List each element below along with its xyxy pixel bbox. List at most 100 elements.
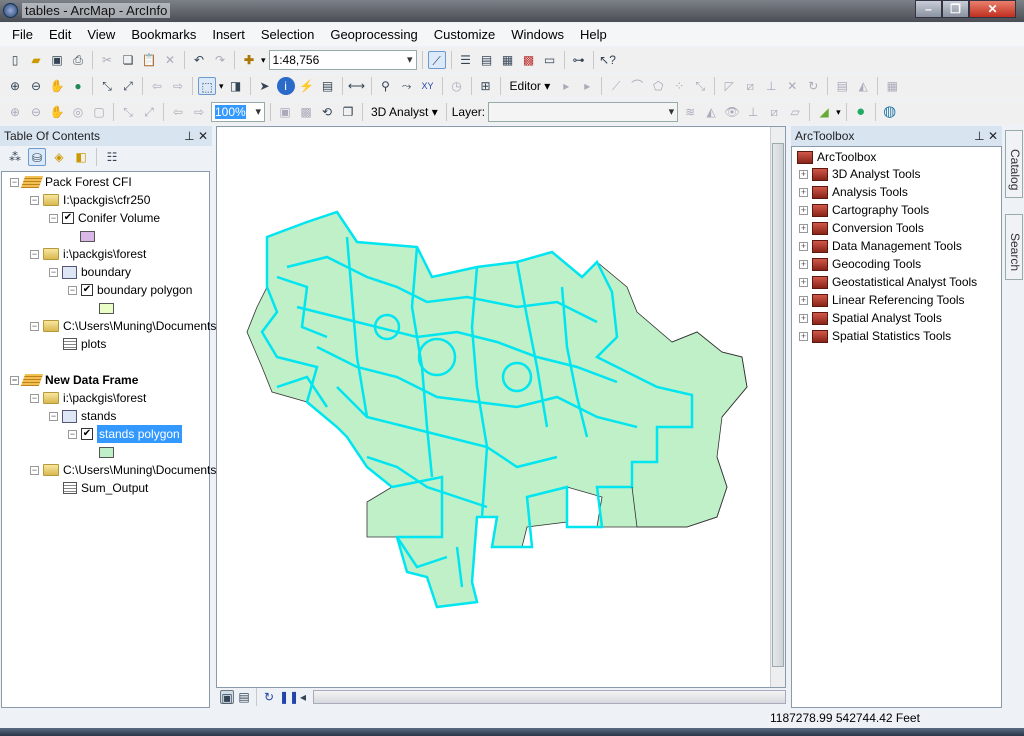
redo-icon[interactable]: ↷ — [211, 51, 229, 69]
model-builder-icon[interactable]: ⊶ — [570, 51, 588, 69]
toc-layer-stands-polygon[interactable]: − ✔ stands polygon — [68, 425, 182, 443]
toggle-draft-mode-icon[interactable]: ▣ — [276, 103, 294, 121]
layout-view-icon[interactable]: ▤ — [237, 690, 251, 704]
time-slider-icon[interactable]: ◷ — [448, 77, 466, 95]
print-icon[interactable]: ⎙ — [69, 51, 87, 69]
layer-visibility-checkbox[interactable]: ✔ — [62, 212, 74, 224]
toc-folder[interactable]: − C:\Users\Muning\Documents — [30, 317, 216, 335]
edit-tool-icon[interactable]: ▸ — [557, 77, 575, 95]
restore-button[interactable]: ❐ — [942, 0, 969, 18]
arctoolbox-pin-close[interactable]: ⊥ ✕ — [974, 126, 998, 146]
close-button[interactable]: ✕ — [969, 0, 1016, 18]
expand-icon[interactable]: + — [799, 259, 808, 269]
previous-extent-layout-icon[interactable]: ⇦ — [169, 103, 187, 121]
layer-combo[interactable] — [488, 102, 679, 122]
whats-this-icon[interactable]: ↖? — [599, 51, 617, 69]
toolbox-item[interactable]: + Data Management Tools — [799, 237, 962, 255]
full-extent-icon[interactable]: ● — [69, 77, 87, 95]
minimize-button[interactable]: – — [915, 0, 942, 18]
arctoolbox-icon[interactable]: ▩ — [520, 51, 538, 69]
toolbox-item[interactable]: + Geocoding Tools — [799, 255, 921, 273]
clear-selection-icon[interactable]: ◨ — [227, 77, 245, 95]
menu-file[interactable]: File — [4, 27, 41, 42]
rotate-tool-icon[interactable]: ↻ — [804, 77, 822, 95]
zoom-percent-combo[interactable]: 100% — [211, 102, 265, 122]
hyperlink-icon[interactable]: ⚡ — [298, 77, 316, 95]
search-window-icon[interactable]: ▦ — [499, 51, 517, 69]
toolbox-item[interactable]: + Linear Referencing Tools — [799, 291, 965, 309]
menu-bookmarks[interactable]: Bookmarks — [123, 27, 204, 42]
select-features-icon[interactable]: ⬚ — [198, 77, 216, 95]
toc-dataframe-pack-forest[interactable]: − Pack Forest CFI — [10, 173, 132, 191]
steepest-path-icon[interactable]: ◭ — [702, 103, 720, 121]
change-layout-icon[interactable]: ⟲ — [318, 103, 336, 121]
fixed-zoom-out-layout-icon[interactable]: ⤢ — [140, 103, 158, 121]
delete-icon[interactable]: ✕ — [161, 51, 179, 69]
toc-layer-conifer-volume[interactable]: − ✔ Conifer Volume — [49, 209, 160, 227]
scroll-left-icon[interactable]: ◂ — [296, 690, 310, 704]
list-by-drawing-order-icon[interactable]: ⁂ — [6, 148, 24, 166]
map-horizontal-scrollbar[interactable] — [313, 690, 786, 704]
menu-windows[interactable]: Windows — [503, 27, 572, 42]
interpolate-polygon-icon[interactable]: ▱ — [786, 103, 804, 121]
point-icon[interactable]: ⁘ — [670, 77, 688, 95]
list-by-source-icon[interactable]: ⛁ — [28, 148, 46, 166]
save-icon[interactable]: ▣ — [48, 51, 66, 69]
expand-icon[interactable]: + — [799, 295, 808, 305]
expand-icon[interactable]: + — [799, 277, 808, 287]
edit-annotation-icon[interactable]: ▸ — [578, 77, 596, 95]
back-extent-icon[interactable]: ⇦ — [148, 77, 166, 95]
html-popup-icon[interactable]: ▤ — [319, 77, 337, 95]
scale-combo[interactable]: 1:48,756 — [268, 50, 417, 70]
map-vertical-scrollbar[interactable] — [770, 127, 785, 687]
options-icon[interactable]: ☷ — [103, 148, 121, 166]
focus-data-frame-icon[interactable]: ▩ — [297, 103, 315, 121]
identify-icon[interactable]: i — [276, 77, 295, 95]
toc-feature-dataset-stands[interactable]: − stands — [49, 407, 116, 425]
paste-icon[interactable]: 📋 — [140, 51, 158, 69]
toc-folder[interactable]: − i:\packgis\forest — [30, 389, 146, 407]
menu-edit[interactable]: Edit — [41, 27, 79, 42]
expand-icon[interactable]: + — [799, 331, 808, 341]
toolbox-item[interactable]: + Spatial Statistics Tools — [799, 327, 951, 345]
cut-icon[interactable]: ✂ — [98, 51, 116, 69]
trace-icon[interactable]: ⬠ — [649, 77, 667, 95]
end-point-arc-icon[interactable]: ⌒ — [628, 77, 646, 95]
layout-zoom-out-icon[interactable]: ⊖ — [27, 103, 45, 121]
expand-icon[interactable]: + — [799, 205, 808, 215]
expand-icon[interactable]: + — [799, 223, 808, 233]
profile-graph-icon[interactable]: ◢ — [815, 103, 833, 121]
menu-insert[interactable]: Insert — [204, 27, 253, 42]
toc-pin-close[interactable]: ⊥ ✕ — [184, 126, 208, 146]
select-elements-icon[interactable]: ➤ — [256, 77, 274, 95]
layout-zoom-in-icon[interactable]: ⊕ — [6, 103, 24, 121]
python-window-icon[interactable]: ▭ — [541, 51, 559, 69]
line-of-sight-icon[interactable]: 👁 — [723, 103, 741, 121]
data-view-icon[interactable]: ▣ — [220, 690, 234, 705]
layer-visibility-checkbox[interactable]: ✔ — [81, 284, 93, 296]
toc-folder[interactable]: − C:\Users\Muning\Documents — [30, 461, 216, 479]
toolbox-item[interactable]: + Spatial Analyst Tools — [799, 309, 942, 327]
sketch-properties-icon[interactable]: ◭ — [854, 77, 872, 95]
new-document-icon[interactable]: ▯ — [6, 51, 24, 69]
find-route-icon[interactable]: ⤳ — [398, 77, 416, 95]
editor-menu[interactable]: Editor ▾ — [506, 79, 555, 93]
arcscene-icon[interactable]: ● — [852, 103, 870, 121]
boundary-symbol-swatch[interactable] — [99, 303, 114, 314]
toc-dataframe-new[interactable]: − New Data Frame — [10, 371, 138, 389]
attributes-icon[interactable]: ▤ — [833, 77, 851, 95]
zoom-100-icon[interactable]: ▢ — [90, 103, 108, 121]
menu-selection[interactable]: Selection — [253, 27, 322, 42]
zoom-out-icon[interactable]: ⊖ — [27, 77, 45, 95]
pause-drawing-icon[interactable]: ❚❚ — [279, 690, 299, 704]
3d-analyst-menu[interactable]: 3D Analyst ▾ — [368, 105, 441, 119]
copy-icon[interactable]: ❏ — [119, 51, 137, 69]
interpolate-line-icon[interactable]: ⧄ — [765, 103, 783, 121]
straight-segment-icon[interactable]: ⟋ — [607, 77, 625, 95]
forward-extent-icon[interactable]: ⇨ — [169, 77, 187, 95]
list-by-selection-icon[interactable]: ◧ — [72, 148, 90, 166]
toolbox-item[interactable]: + Cartography Tools — [799, 201, 929, 219]
undo-icon[interactable]: ↶ — [190, 51, 208, 69]
add-data-icon[interactable]: ✚ — [240, 51, 258, 69]
magnifier-window-icon[interactable]: ⊞ — [477, 77, 495, 95]
